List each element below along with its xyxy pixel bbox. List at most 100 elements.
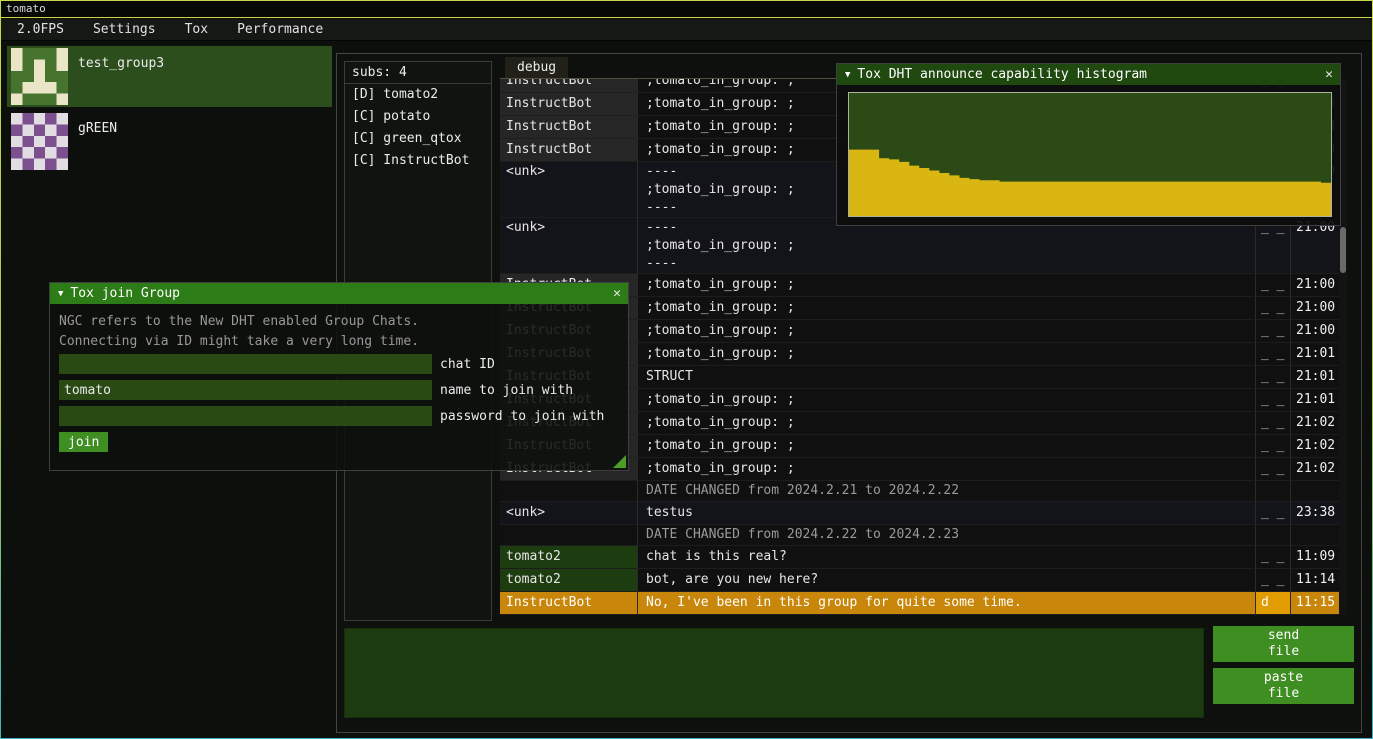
- group-avatar-test_group3: [11, 48, 68, 105]
- sender-name: <unk>: [500, 502, 638, 525]
- timestamp: 21:00: [1291, 218, 1339, 274]
- timestamp: 11:14: [1291, 569, 1339, 592]
- delivery-status: _ _: [1256, 297, 1291, 320]
- message-text: ;tomato_in_group: ;: [638, 274, 1256, 297]
- message-text: ;tomato_in_group: ;: [638, 297, 1256, 320]
- delivery-status: _ _: [1256, 458, 1291, 481]
- delivery-status: _ _: [1256, 320, 1291, 343]
- collapse-arrow-icon[interactable]: ▼: [58, 289, 63, 299]
- timestamp: 21:00: [1291, 297, 1339, 320]
- group-item-gREEN[interactable]: gREEN: [7, 111, 332, 172]
- delivery-status: _ _: [1256, 546, 1291, 569]
- sender-name: <unk>: [500, 162, 638, 218]
- delivery-status: [1256, 525, 1291, 546]
- group-avatar-gREEN: [11, 113, 68, 170]
- subs-item-potato[interactable]: [C] potato: [345, 106, 491, 128]
- join-group-title: Tox join Group: [70, 286, 180, 301]
- message-input[interactable]: [344, 628, 1204, 718]
- histogram-titlebar[interactable]: ▼ Tox DHT announce capability histogram …: [837, 64, 1340, 85]
- chat-id-label: chat ID: [440, 357, 495, 372]
- timestamp: 21:02: [1291, 435, 1339, 458]
- subs-item-instructbot[interactable]: [C] InstructBot: [345, 150, 491, 172]
- menu-settings[interactable]: Settings: [85, 19, 164, 41]
- delivery-status: d: [1256, 592, 1291, 615]
- fps-menu[interactable]: 2.0FPS: [9, 19, 72, 41]
- subs-count-header: subs: 4: [345, 62, 491, 84]
- group-name: test_group3: [78, 48, 164, 71]
- collapse-arrow-icon[interactable]: ▼: [845, 70, 850, 80]
- chat-message-row[interactable]: InstructBotNo, I've been in this group f…: [500, 592, 1339, 615]
- message-text: No, I've been in this group for quite so…: [638, 592, 1256, 615]
- delivery-status: _ _: [1256, 435, 1291, 458]
- join-desc-line2: Connecting via ID might take a very long…: [59, 332, 628, 352]
- join-name-input[interactable]: [59, 380, 432, 400]
- message-text: ;tomato_in_group: ;: [638, 343, 1256, 366]
- message-text: bot, are you new here?: [638, 569, 1256, 592]
- delivery-status: _ _: [1256, 412, 1291, 435]
- date-text: DATE CHANGED from 2024.2.22 to 2024.2.23: [638, 525, 1256, 546]
- menubar: 2.0FPS Settings Tox Performance: [1, 19, 1372, 41]
- message-text: chat is this real?: [638, 546, 1256, 569]
- delivery-status: _ _: [1256, 366, 1291, 389]
- close-icon[interactable]: ✕: [613, 283, 621, 304]
- date-text: DATE CHANGED from 2024.2.21 to 2024.2.22: [638, 481, 1256, 502]
- delivery-status: _ _: [1256, 389, 1291, 412]
- join-password-label: password to join with: [440, 409, 604, 424]
- send-file-button[interactable]: send file: [1213, 626, 1354, 662]
- timestamp: 21:00: [1291, 274, 1339, 297]
- timestamp: 11:09: [1291, 546, 1339, 569]
- join-group-titlebar[interactable]: ▼ Tox join Group ✕: [50, 283, 628, 304]
- timestamp: 11:15: [1291, 592, 1339, 615]
- chat-message-row[interactable]: tomato2bot, are you new here?_ _11:14: [500, 569, 1339, 592]
- join-name-label: name to join with: [440, 383, 573, 398]
- chat-id-input[interactable]: [59, 354, 432, 374]
- message-text: STRUCT: [638, 366, 1256, 389]
- subs-item-tomato2[interactable]: [D] tomato2: [345, 84, 491, 106]
- close-icon[interactable]: ✕: [1325, 64, 1333, 85]
- message-text: ;tomato_in_group: ;: [638, 435, 1256, 458]
- timestamp: 21:02: [1291, 412, 1339, 435]
- delivery-status: _ _: [1256, 569, 1291, 592]
- date-separator-row: DATE CHANGED from 2024.2.22 to 2024.2.23: [500, 525, 1339, 546]
- sender-name: [500, 525, 638, 546]
- message-text: ---- ;tomato_in_group: ; ----: [638, 218, 1256, 274]
- join-desc-line1: NGC refers to the New DHT enabled Group …: [59, 312, 628, 332]
- sender-name: InstructBot: [500, 93, 638, 116]
- histogram-window: ▼ Tox DHT announce capability histogram …: [836, 63, 1341, 226]
- titlebar[interactable]: tomato: [1, 1, 1372, 18]
- chat-scrollbar-thumb[interactable]: [1340, 227, 1346, 273]
- sender-name: InstructBot: [500, 79, 638, 93]
- chat-message-row[interactable]: <unk>testus_ _23:38: [500, 502, 1339, 525]
- timestamp: 21:01: [1291, 343, 1339, 366]
- window-title: tomato: [6, 2, 46, 15]
- timestamp: [1291, 481, 1339, 502]
- subs-item-green_qtox[interactable]: [C] green_qtox: [345, 128, 491, 150]
- menu-performance[interactable]: Performance: [229, 19, 331, 41]
- delivery-status: [1256, 481, 1291, 502]
- timestamp: 21:01: [1291, 389, 1339, 412]
- paste-file-button[interactable]: paste file: [1213, 668, 1354, 704]
- histogram-plot: [848, 92, 1332, 217]
- delivery-status: _ _: [1256, 502, 1291, 525]
- sender-name: [500, 481, 638, 502]
- chat-message-row[interactable]: <unk>---- ;tomato_in_group: ; ----_ _21:…: [500, 218, 1339, 274]
- resize-grip[interactable]: [613, 455, 626, 468]
- chat-message-row[interactable]: tomato2chat is this real?_ _11:09: [500, 546, 1339, 569]
- sender-name: tomato2: [500, 546, 638, 569]
- delivery-status: _ _: [1256, 218, 1291, 274]
- sender-name: InstructBot: [500, 116, 638, 139]
- join-group-window: ▼ Tox join Group ✕ NGC refers to the New…: [49, 282, 629, 471]
- join-password-input[interactable]: [59, 406, 432, 426]
- join-button[interactable]: join: [59, 432, 108, 452]
- message-text: ;tomato_in_group: ;: [638, 412, 1256, 435]
- timestamp: 23:38: [1291, 502, 1339, 525]
- message-text: ;tomato_in_group: ;: [638, 458, 1256, 481]
- group-item-test_group3[interactable]: test_group3: [7, 46, 332, 107]
- menu-tox[interactable]: Tox: [177, 19, 216, 41]
- message-text: testus: [638, 502, 1256, 525]
- sender-name: tomato2: [500, 569, 638, 592]
- delivery-status: _ _: [1256, 274, 1291, 297]
- timestamp: 21:01: [1291, 366, 1339, 389]
- sender-name: InstructBot: [500, 139, 638, 162]
- tab-debug[interactable]: debug: [505, 57, 568, 78]
